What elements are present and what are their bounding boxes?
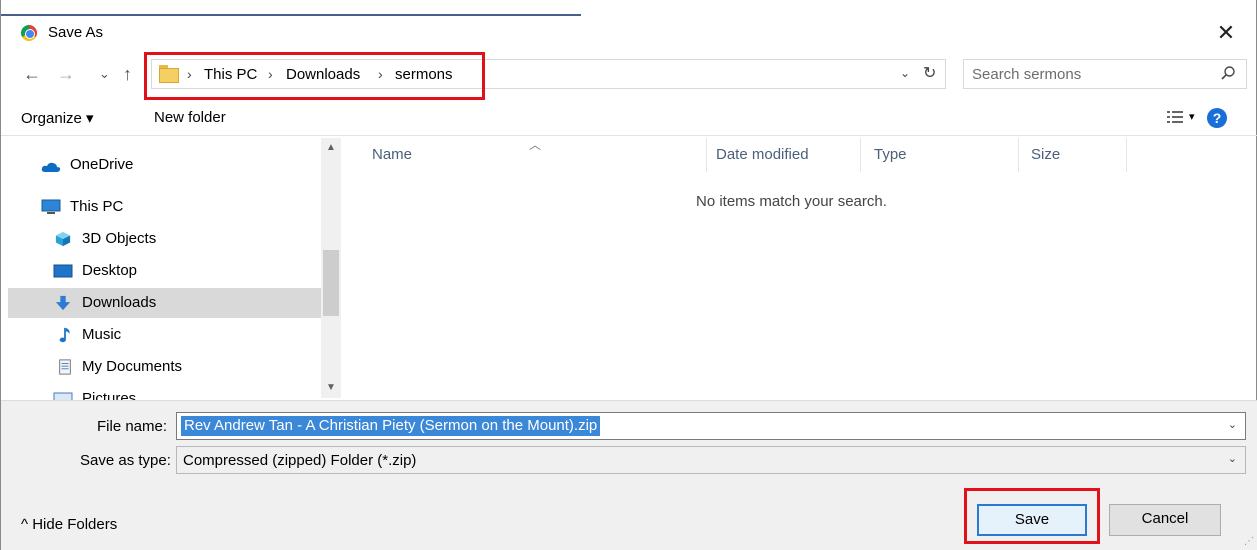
file-name-label: File name: (97, 418, 168, 435)
column-divider[interactable] (1018, 138, 1019, 172)
back-arrow-icon[interactable]: ← (23, 64, 41, 84)
sidebar-item-pictures[interactable]: Pictures (8, 384, 324, 400)
search-box[interactable] (963, 59, 1247, 89)
column-header-date-modified[interactable]: Date modified (716, 146, 809, 163)
organize-button[interactable]: Organize ▾ (21, 109, 94, 127)
address-bar-highlight-annotation (144, 52, 485, 100)
close-button[interactable]: ✕ (1211, 19, 1241, 47)
column-header-type[interactable]: Type (874, 146, 907, 163)
column-header-size[interactable]: Size (1031, 146, 1060, 163)
search-input[interactable] (972, 64, 1212, 84)
resize-grip-icon[interactable]: ⋰ (1244, 536, 1254, 547)
save-as-type-select[interactable]: Compressed (zipped) Folder (*.zip) ⌄ (176, 446, 1246, 474)
navigation-pane-scrollbar[interactable]: ▲ ▼ (321, 138, 341, 398)
column-header-name[interactable]: Name (372, 146, 412, 163)
window-title: Save As (48, 24, 104, 41)
hide-folders-button[interactable]: ^ Hide Folders (21, 516, 117, 533)
recent-locations-chevron-icon[interactable]: ⌄ (99, 64, 110, 84)
up-arrow-icon[interactable]: ↑ (123, 64, 132, 84)
sidebar-item-music[interactable]: Music (8, 320, 324, 350)
views-dropdown-icon[interactable]: ▾ (1189, 110, 1195, 123)
toolbar: Organize ▾ New folder ▾ ? (1, 100, 1257, 136)
column-divider[interactable] (706, 138, 707, 172)
document-icon (59, 359, 71, 375)
column-divider[interactable] (860, 138, 861, 172)
sidebar-item-my-documents[interactable]: My Documents (8, 352, 324, 382)
save-as-dialog: Save As ✕ ← → ⌄ ↑ › This PC › Downloads … (0, 0, 1257, 550)
music-note-icon (59, 327, 70, 343)
sidebar-item-this-pc[interactable]: This PC (8, 192, 324, 222)
save-button-highlight-annotation (964, 488, 1100, 544)
forward-arrow-icon[interactable]: → (57, 64, 75, 84)
save-as-type-value: Compressed (zipped) Folder (*.zip) (183, 452, 417, 469)
help-icon[interactable]: ? (1207, 108, 1227, 128)
title-bar: Save As ✕ (1, 16, 1257, 50)
file-name-field[interactable]: Rev Andrew Tan - A Christian Piety (Serm… (176, 412, 1246, 440)
file-name-dropdown-icon[interactable]: ⌄ (1228, 418, 1237, 431)
scroll-down-arrow-icon[interactable]: ▼ (326, 382, 336, 393)
address-dropdown-icon[interactable]: ⌄ (900, 66, 910, 80)
file-list: ︿ Name Date modified Type Size No items … (346, 138, 1251, 400)
new-folder-button[interactable]: New folder (154, 109, 226, 126)
scroll-up-arrow-icon[interactable]: ▲ (326, 142, 336, 153)
chrome-icon (21, 25, 37, 41)
download-arrow-icon (55, 295, 71, 311)
onedrive-icon (41, 162, 61, 172)
empty-folder-message: No items match your search. (696, 193, 887, 210)
sidebar-item-desktop[interactable]: Desktop (8, 256, 324, 286)
pictures-icon (53, 392, 73, 400)
sidebar-item-3d-objects[interactable]: 3D Objects (8, 224, 324, 254)
sort-ascending-icon: ︿ (529, 138, 542, 152)
search-icon[interactable] (1220, 65, 1236, 81)
views-icon[interactable] (1167, 110, 1183, 124)
desktop-icon (53, 264, 73, 278)
refresh-icon[interactable]: ↻ (923, 63, 936, 83)
sidebar-item-downloads[interactable]: Downloads (8, 288, 324, 318)
file-name-value[interactable]: Rev Andrew Tan - A Christian Piety (Serm… (181, 416, 601, 436)
cube-icon (55, 231, 71, 247)
computer-icon (41, 199, 61, 214)
cancel-button[interactable]: Cancel (1109, 504, 1221, 536)
sidebar-item-onedrive[interactable]: OneDrive (8, 150, 324, 180)
save-as-type-dropdown-icon[interactable]: ⌄ (1228, 452, 1237, 465)
save-as-type-label: Save as type: (80, 452, 171, 469)
column-divider[interactable] (1126, 138, 1127, 172)
background-window-edge (1, 0, 581, 16)
navigation-pane: OneDrive This PC 3D Objects Desktop Down… (8, 138, 341, 400)
scroll-thumb[interactable] (323, 250, 339, 316)
